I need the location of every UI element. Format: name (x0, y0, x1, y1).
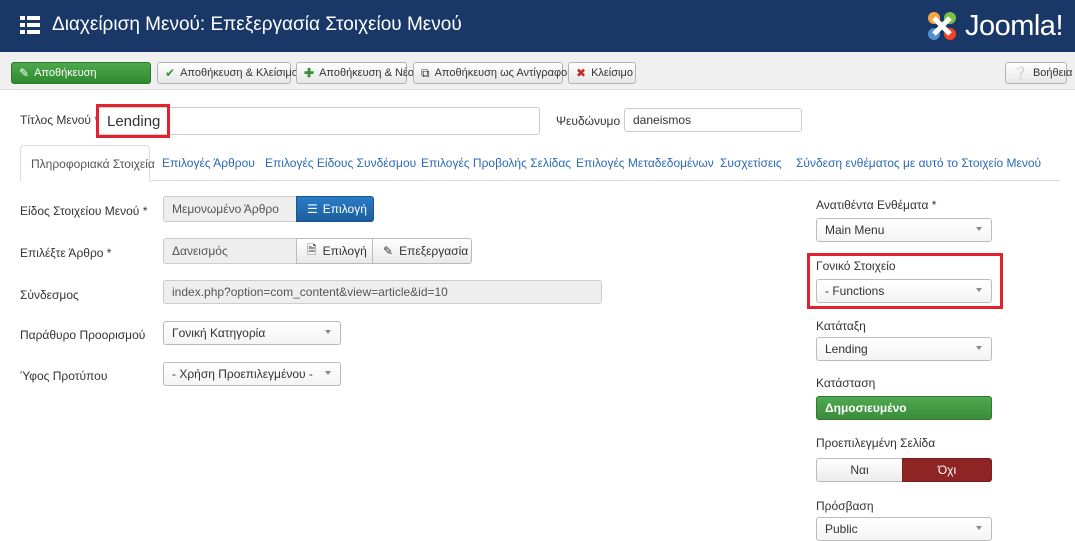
article-field: Δανεισμός (163, 238, 297, 264)
menu-item-type-label: Είδος Στοιχείου Μενού * (20, 204, 148, 218)
tab-associations[interactable]: Συσχετίσεις (710, 145, 792, 181)
alias-input[interactable]: daneismos (624, 108, 802, 132)
chevron-down-icon (976, 526, 982, 530)
default-yes-button[interactable]: Ναι (816, 458, 903, 482)
help-button[interactable]: ❔ Βοήθεια (1005, 62, 1072, 84)
check-icon: ✔ (165, 66, 176, 80)
access-select[interactable]: Public (816, 517, 992, 541)
access-label: Πρόσβαση (816, 499, 874, 513)
template-style-select[interactable]: - Χρήση Προεπιλεγμένου - (163, 362, 341, 386)
tab-metadata[interactable]: Επιλογές Μεταδεδομένων (566, 145, 724, 181)
select-type-button[interactable]: ☰ Επιλογή (296, 196, 374, 222)
template-style-label: Ύφος Προτύπου (20, 369, 108, 383)
close-button[interactable]: ✖ Κλείσιμο (568, 62, 636, 84)
menu-label: Ανατιθέντα Ενθέματα * (816, 198, 937, 212)
joomla-logo-icon (927, 12, 956, 40)
menu-select[interactable]: Main Menu (816, 218, 992, 242)
select-article-button[interactable]: 🗎 Επιλογή (296, 238, 373, 264)
default-no-button[interactable]: Όχι (902, 458, 992, 482)
alias-label: Ψευδώνυμο (556, 114, 621, 128)
status-select[interactable]: Δημοσιευμένο (816, 396, 992, 420)
chevron-down-icon (325, 371, 331, 375)
list-icon: ☰ (307, 202, 318, 216)
save-button[interactable]: ✎ Αποθήκευση (11, 62, 151, 84)
target-window-select[interactable]: Γονική Κατηγορία (163, 321, 341, 345)
tab-article-options[interactable]: Επιλογές Άρθρου (152, 145, 265, 181)
edit-icon: ✎ (19, 66, 30, 80)
ordering-label: Κατάταξη (816, 319, 866, 333)
menu-list-icon (20, 16, 40, 34)
tab-link-type-options[interactable]: Επιλογές Είδους Συνδέσμου (255, 145, 426, 181)
plus-icon: ✚ (304, 66, 315, 80)
chevron-down-icon (325, 330, 331, 334)
top-header: Διαχείριση Μενού: Επεξεργασία Στοιχείου … (0, 0, 1075, 52)
question-icon: ❔ (1013, 66, 1028, 80)
tab-page-display[interactable]: Επιλογές Προβολής Σελίδας (411, 145, 581, 181)
save-new-button[interactable]: ✚ Αποθήκευση & Νέο (296, 62, 414, 84)
ordering-select[interactable]: Lending (816, 337, 992, 361)
file-icon: 🗎 (307, 242, 317, 257)
logo-text: Joomla! (964, 9, 1064, 42)
status-label: Κατάσταση (816, 376, 876, 390)
cancel-icon: ✖ (576, 66, 587, 80)
title-highlight (96, 104, 170, 138)
parent-highlight (807, 253, 1003, 309)
toolbar: ✎ Αποθήκευση ✔ Αποθήκευση & Κλείσιμο ✚ Α… (0, 52, 1075, 90)
menu-item-type-field: Μεμονωμένο Άρθρο (163, 196, 297, 222)
joomla-logo[interactable]: Joomla! (925, 9, 1064, 43)
tab-bar: Πληροφοριακά Στοιχεία Επιλογές Άρθρου Επ… (20, 145, 1060, 182)
save-copy-button[interactable]: ⧉ Αποθήκευση ως Αντίγραφο (413, 62, 567, 84)
link-field: index.php?option=com_content&view=articl… (163, 280, 602, 304)
chevron-down-icon (976, 227, 982, 231)
select-article-label: Επιλέξτε Άρθρο * (20, 246, 112, 260)
edit-icon: ✎ (383, 244, 394, 258)
save-close-button[interactable]: ✔ Αποθήκευση & Κλείσιμο (157, 62, 298, 84)
default-page-label: Προεπιλεγμένη Σελίδα (816, 436, 936, 450)
tab-details[interactable]: Πληροφοριακά Στοιχεία (20, 145, 155, 182)
title-label: Τίτλος Μενού * (20, 113, 99, 127)
page-title: Διαχείριση Μενού: Επεξεργασία Στοιχείου … (52, 14, 462, 35)
chevron-down-icon (976, 346, 982, 350)
copy-icon: ⧉ (421, 66, 430, 80)
target-window-label: Παράθυρο Προορισμού (20, 328, 146, 342)
link-label: Σύνδεσμος (20, 288, 79, 302)
edit-article-button[interactable]: ✎ Επεξεργασία (372, 238, 472, 264)
tab-module-assignment[interactable]: Σύνδεση ενθέματος με αυτό το Στοιχείο Με… (786, 145, 1051, 181)
